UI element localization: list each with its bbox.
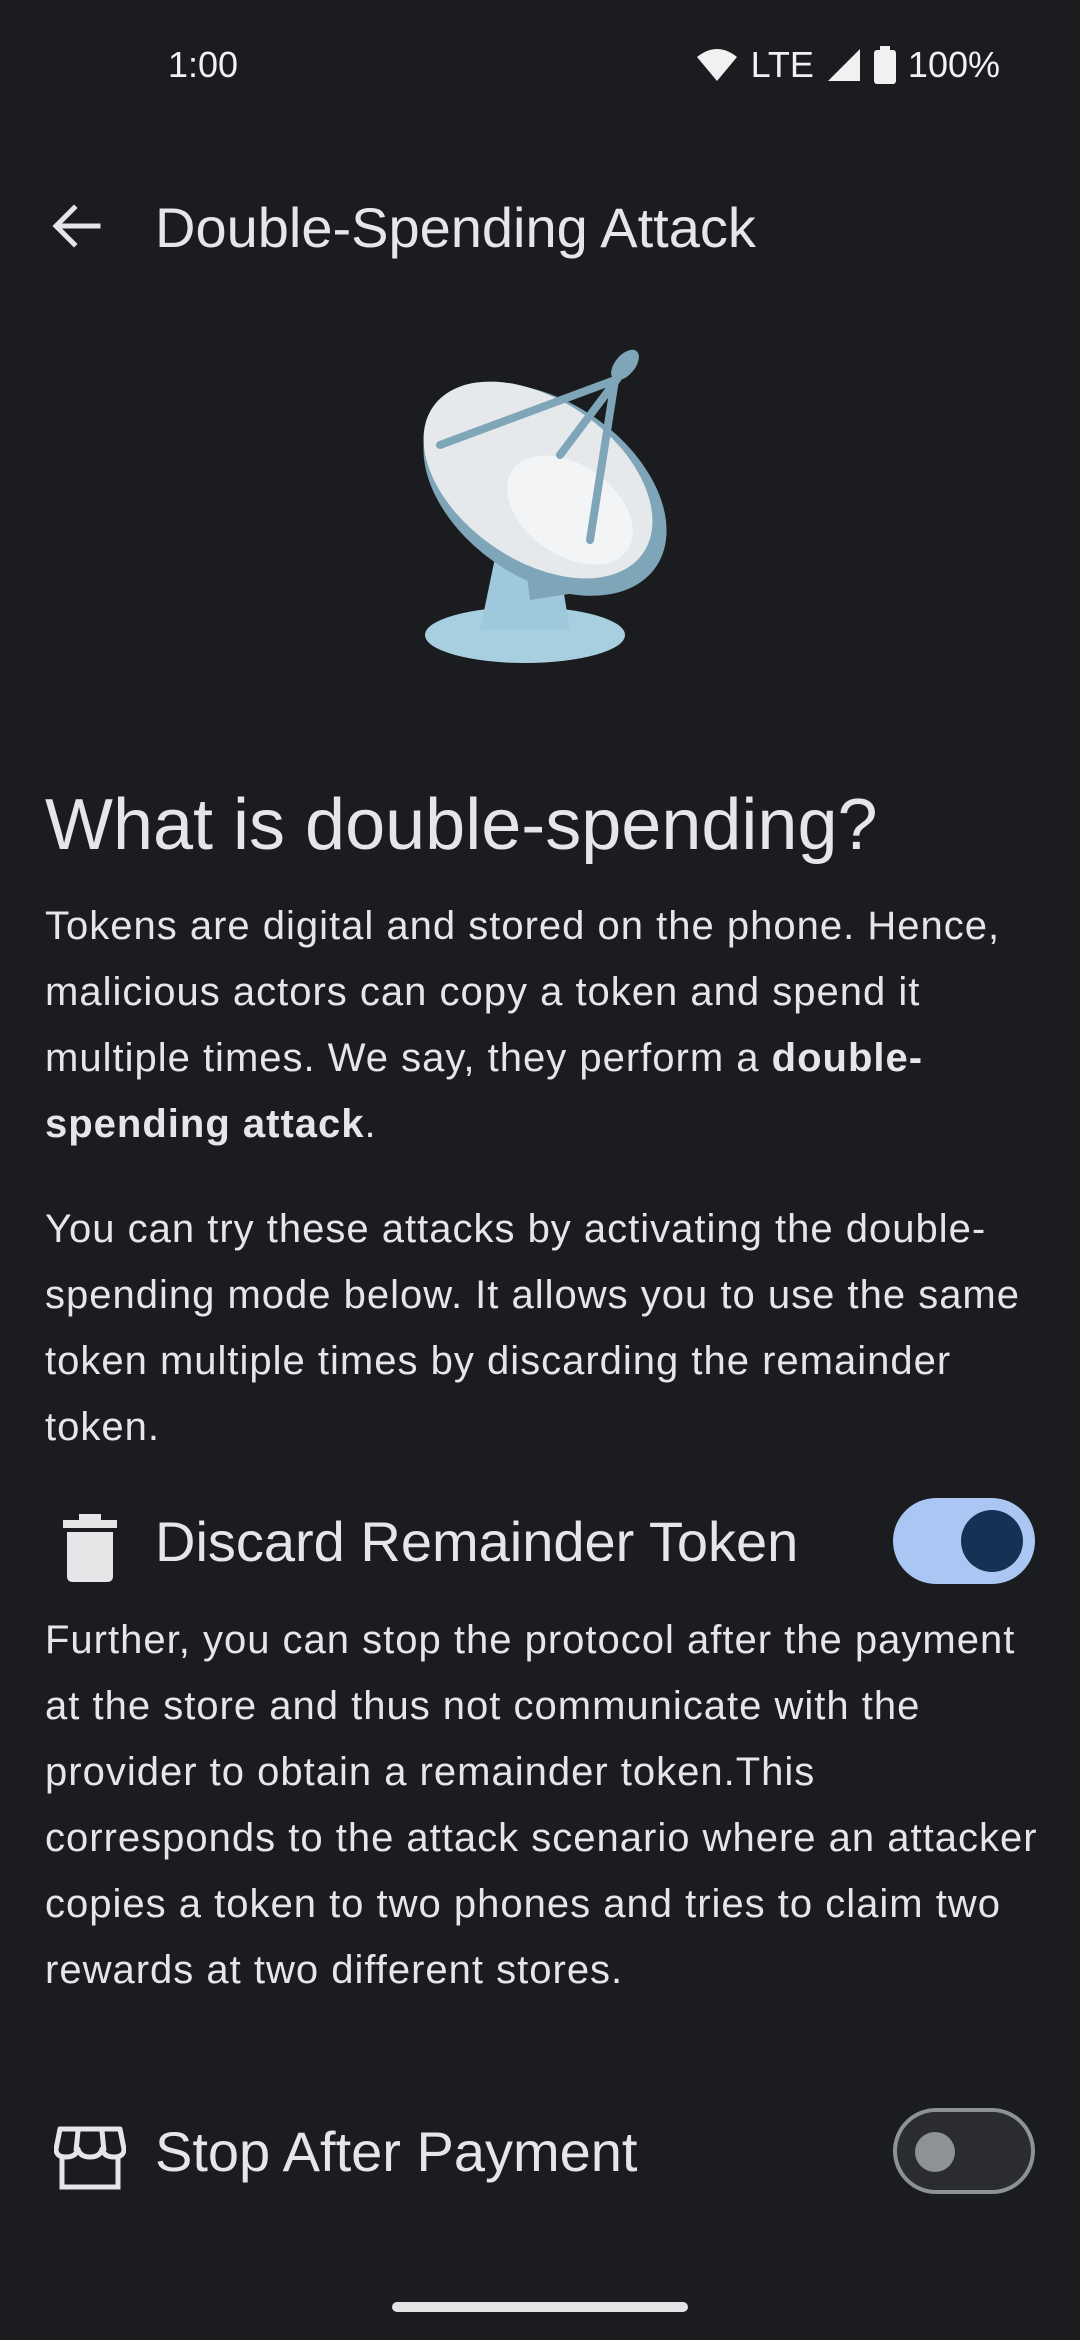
switch-thumb <box>961 1510 1023 1572</box>
stop-after-payment-label: Stop After Payment <box>155 2120 638 2183</box>
discard-remainder-token-label: Discard Remainder Token <box>155 1510 799 1573</box>
wifi-icon <box>695 47 739 83</box>
discard-remainder-token-row[interactable]: Discard Remainder Token <box>0 1486 1080 1596</box>
switch-thumb <box>915 2132 955 2172</box>
intro-text-end: . <box>364 1102 377 1146</box>
back-button[interactable] <box>40 192 112 264</box>
satellite-dish-icon <box>380 330 710 670</box>
arrow-back-icon <box>50 203 102 253</box>
stop-after-payment-row[interactable]: Stop After Payment <box>0 2096 1080 2206</box>
try-attacks-paragraph: You can try these attacks by activating … <box>45 1207 1020 1449</box>
stop-after-payment-switch[interactable] <box>893 2108 1035 2194</box>
status-indicators: LTE 100% <box>695 44 1000 86</box>
home-indicator[interactable] <box>392 2302 688 2312</box>
section-heading: What is double-spending? <box>45 785 878 865</box>
battery-percent: 100% <box>907 44 1000 85</box>
storefront-icon <box>50 2118 130 2198</box>
cell-signal-icon <box>826 47 862 83</box>
page-title: Double-Spending Attack <box>155 196 756 259</box>
battery-icon <box>873 46 896 84</box>
stop-protocol-paragraph: Further, you can stop the protocol after… <box>45 1618 1038 1992</box>
discard-remainder-token-switch[interactable] <box>893 1498 1035 1584</box>
app-bar: Double-Spending Attack <box>0 170 1080 280</box>
network-type: LTE <box>750 44 814 85</box>
status-bar: 1:00 LTE 100% <box>0 0 1080 140</box>
intro-paragraph: Tokens are digital and stored on the pho… <box>45 893 1040 1157</box>
status-time: 1:00 <box>168 44 239 85</box>
delete-icon <box>50 1508 130 1588</box>
